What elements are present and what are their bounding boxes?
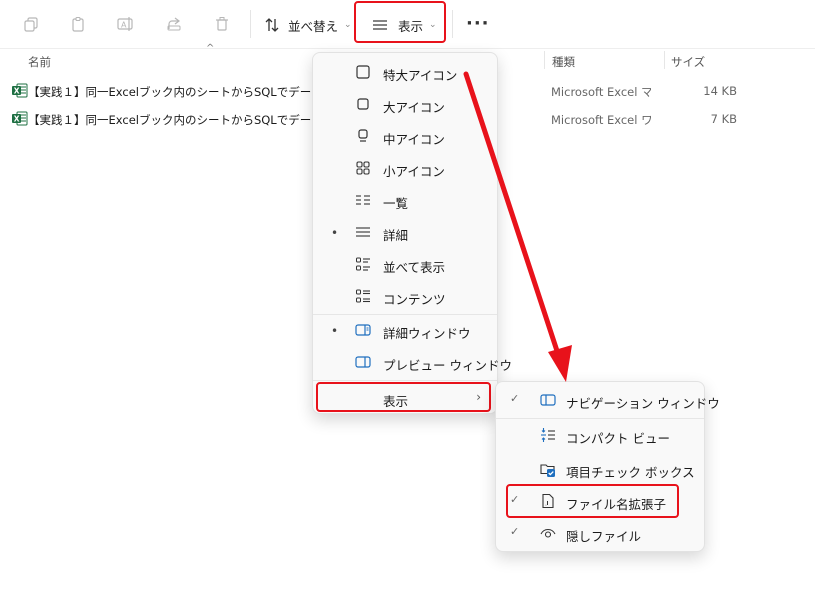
rename-icon[interactable]: A bbox=[114, 12, 138, 36]
menu-item-details-pane[interactable]: • 詳細ウィンドウ bbox=[317, 315, 493, 345]
menu-item-label: プレビュー ウィンドウ bbox=[383, 358, 512, 373]
share-icon[interactable] bbox=[162, 12, 186, 36]
menu-item-label: 特大アイコン bbox=[383, 68, 458, 83]
menu-item-label: 詳細ウィンドウ bbox=[383, 326, 471, 341]
toolbar-separator bbox=[250, 10, 251, 38]
menu-item-label: 一覧 bbox=[383, 196, 409, 211]
menu-item-content[interactable]: コンテンツ bbox=[317, 281, 493, 311]
column-divider[interactable] bbox=[664, 51, 665, 69]
paste-icon[interactable] bbox=[66, 12, 90, 36]
chevron-down-icon: ⌄ bbox=[344, 20, 352, 30]
check-icon: ✓ bbox=[510, 525, 520, 538]
submenu-item-label: ナビゲーション ウィンドウ bbox=[566, 396, 720, 411]
preview-pane-icon bbox=[355, 354, 371, 370]
column-type[interactable]: 種類 bbox=[552, 54, 575, 70]
file-size: 14 KB bbox=[703, 84, 737, 98]
submenu-item-label: 項目チェック ボックス bbox=[566, 465, 695, 480]
copy-icon[interactable] bbox=[19, 12, 43, 36]
menu-item-details[interactable]: • 詳細 bbox=[317, 217, 493, 247]
menu-item-list[interactable]: 一覧 bbox=[317, 185, 493, 215]
menu-item-small-icons[interactable]: 小アイコン bbox=[317, 153, 493, 183]
delete-icon[interactable] bbox=[210, 12, 234, 36]
extra-large-icons-icon bbox=[355, 64, 371, 80]
submenu-item-hidden-items[interactable]: ✓ 隠しファイル bbox=[500, 518, 700, 548]
menu-divider bbox=[496, 418, 704, 419]
menu-item-label: コンテンツ bbox=[383, 292, 446, 307]
item-checkbox-icon bbox=[540, 461, 556, 477]
excel-file-icon: X bbox=[12, 83, 28, 98]
svg-text:X: X bbox=[14, 115, 20, 124]
menu-item-extra-large-icons[interactable]: 特大アイコン bbox=[317, 57, 493, 87]
column-name[interactable]: 名前 bbox=[28, 54, 51, 70]
large-icons-icon bbox=[355, 96, 371, 112]
show-item-highlight bbox=[316, 382, 491, 412]
column-size[interactable]: サイズ bbox=[671, 54, 705, 70]
toolbar-separator bbox=[452, 10, 453, 38]
menu-item-label: 詳細 bbox=[383, 228, 409, 243]
menu-item-tiles[interactable]: 並べて表示 bbox=[317, 249, 493, 279]
list-icon bbox=[355, 192, 371, 208]
medium-icons-icon bbox=[355, 128, 371, 144]
hidden-files-icon bbox=[540, 525, 556, 541]
content-icon bbox=[355, 288, 371, 304]
show-submenu: ✓ ナビゲーション ウィンドウ コンパクト ビュー 項目チェック ボックス ✓ … bbox=[495, 381, 720, 552]
svg-text:A: A bbox=[121, 21, 127, 30]
tiles-icon bbox=[355, 256, 371, 272]
menu-item-label: 中アイコン bbox=[383, 132, 445, 147]
svg-text:X: X bbox=[14, 87, 20, 96]
menu-divider bbox=[313, 380, 497, 381]
selected-dot-icon: • bbox=[331, 324, 339, 338]
submenu-item-navigation-pane[interactable]: ✓ ナビゲーション ウィンドウ bbox=[500, 385, 720, 415]
view-menu: 特大アイコン 大アイコン 中アイコン 小アイコン 一覧 • 詳細 並べて表示 コ… bbox=[312, 52, 512, 414]
menu-item-label: 小アイコン bbox=[383, 164, 445, 179]
submenu-item-item-checkboxes[interactable]: 項目チェック ボックス bbox=[500, 454, 700, 484]
submenu-item-label: 隠しファイル bbox=[566, 529, 642, 544]
column-divider[interactable] bbox=[544, 51, 545, 69]
sort-button[interactable]: 並べ替え ⌄ bbox=[264, 10, 352, 40]
menu-item-medium-icons[interactable]: 中アイコン bbox=[317, 121, 493, 151]
sort-icon bbox=[264, 17, 280, 33]
file-size: 7 KB bbox=[710, 112, 737, 126]
details-icon bbox=[355, 224, 371, 240]
menu-item-label: 大アイコン bbox=[383, 100, 445, 115]
file-name: 【実践１】同一Excelブック内のシートからSQLでデータを取得 bbox=[28, 85, 312, 99]
menu-item-preview-pane[interactable]: プレビュー ウィンドウ bbox=[317, 347, 512, 377]
file-type: Microsoft Excel マ bbox=[551, 85, 651, 99]
small-icons-icon bbox=[355, 160, 371, 176]
submenu-item-label: コンパクト ビュー bbox=[566, 431, 670, 446]
file-type: Microsoft Excel ワ bbox=[551, 113, 651, 127]
submenu-item-compact-view[interactable]: コンパクト ビュー bbox=[500, 420, 700, 450]
menu-item-large-icons[interactable]: 大アイコン bbox=[317, 89, 493, 119]
view-button-highlight bbox=[354, 1, 446, 43]
excel-file-icon: X bbox=[12, 111, 28, 126]
selected-dot-icon: • bbox=[331, 226, 339, 240]
file-name: 【実践１】同一Excelブック内のシートからSQLでデータを取得 bbox=[28, 113, 312, 127]
compact-view-icon bbox=[540, 427, 556, 443]
more-icon[interactable]: ··· bbox=[466, 13, 490, 34]
sort-ascending-icon: ^ bbox=[206, 43, 215, 54]
check-icon: ✓ bbox=[510, 392, 520, 405]
menu-item-label: 並べて表示 bbox=[383, 260, 446, 275]
details-pane-icon bbox=[355, 322, 371, 338]
file-extension-highlight bbox=[506, 484, 679, 518]
navigation-pane-icon bbox=[540, 392, 556, 408]
sort-label: 並べ替え bbox=[288, 18, 339, 34]
